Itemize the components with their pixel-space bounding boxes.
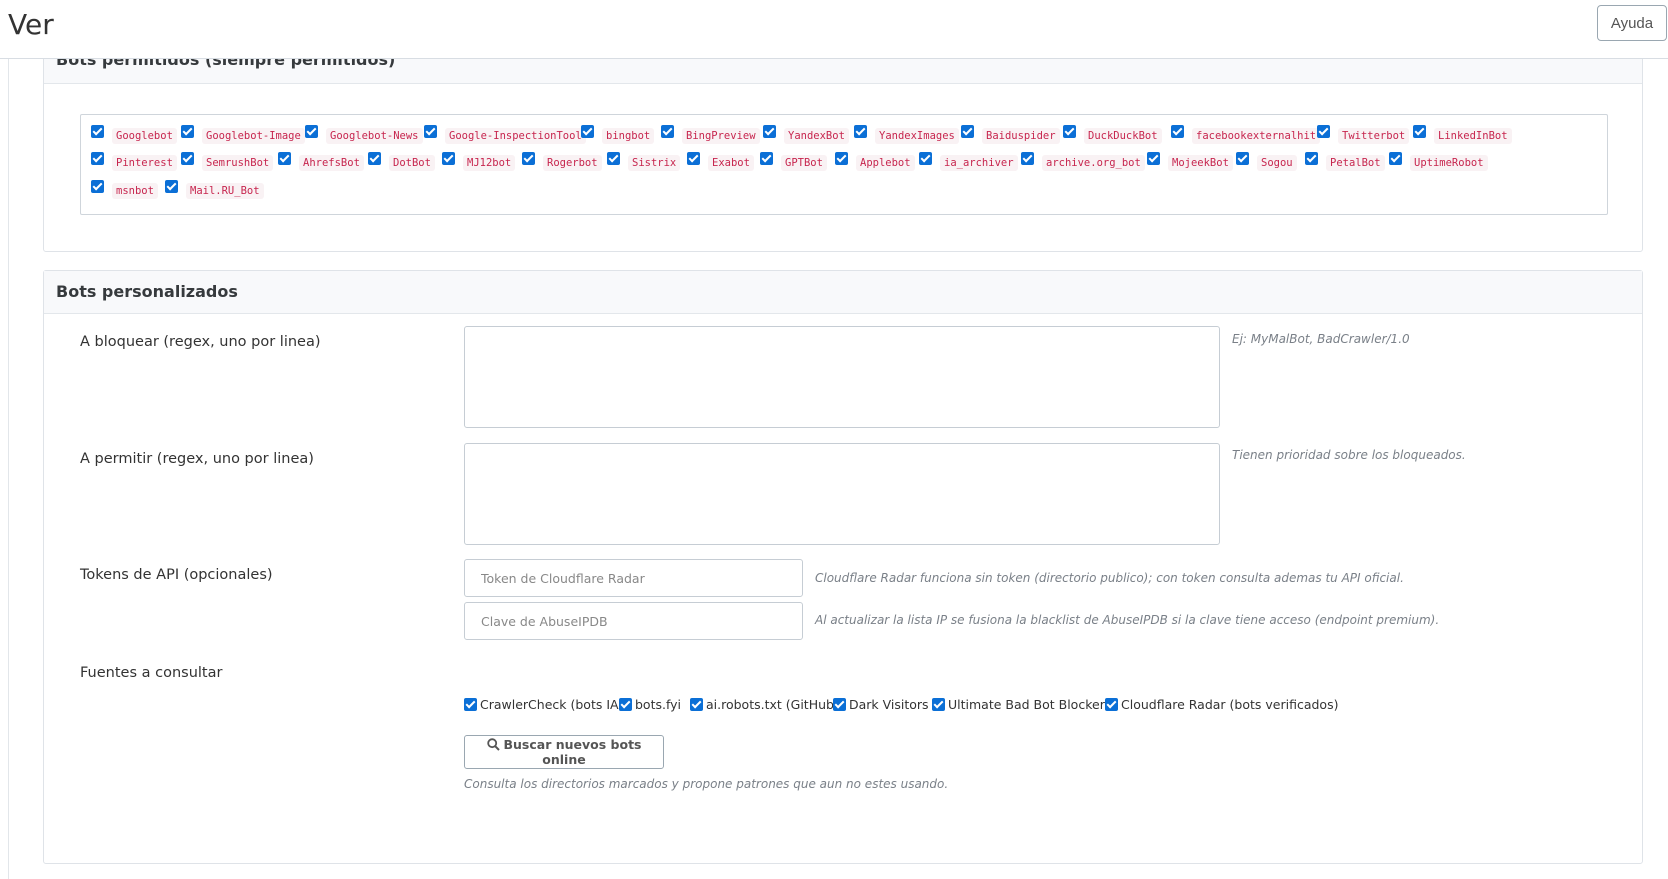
allow-textarea[interactable] [464,443,1220,545]
source-label: CrawlerCheck (bots IA) [480,697,624,712]
bot-name: AhrefsBot [299,155,364,171]
checkbox-checked[interactable] [278,152,291,165]
bot-name: GPTBot [781,155,827,171]
checkbox-checked[interactable] [1236,152,1249,165]
checkbox-checked[interactable] [1413,125,1426,138]
left-divider [8,58,9,879]
checkbox-checked[interactable] [1305,152,1318,165]
block-textarea[interactable] [464,326,1220,428]
bot-name: UptimeRobot [1410,155,1488,171]
bot-name: PetalBot [1326,155,1385,171]
bot-name: archive.org_bot [1042,155,1145,171]
bot-name: MJ12bot [463,155,516,171]
checkbox-checked[interactable] [687,152,700,165]
checkbox-checked[interactable] [1317,125,1330,138]
source-label: Dark Visitors [849,697,929,712]
checkbox-checked[interactable] [932,698,945,711]
bot-name: DotBot [389,155,435,171]
bot-name: Mail.RU_Bot [186,183,264,199]
block-hint: Ej: MyMalBot, BadCrawler/1.0 [1232,332,1410,346]
checkbox-checked[interactable] [1105,698,1118,711]
help-button[interactable]: Ayuda [1597,5,1667,41]
bot-name: Googlebot-News [326,128,423,144]
checkbox-checked[interactable] [690,698,703,711]
checkbox-checked[interactable] [1171,125,1184,138]
checkbox-checked[interactable] [607,152,620,165]
allowed-bots-list: Googlebot Googlebot-Image Googlebot-News… [80,114,1608,215]
bot-name: Google-InspectionTool [445,128,586,144]
checkbox-checked[interactable] [833,698,846,711]
bot-name: Sistrix [628,155,681,171]
custom-bots-panel: Bots personalizados A bloquear (regex, u… [43,270,1643,864]
search-icon [486,738,500,751]
checkbox-checked[interactable] [91,125,104,138]
bot-name: MojeekBot [1168,155,1233,171]
bot-name: YandexImages [875,128,959,144]
bot-name: msnbot [112,183,158,199]
bot-name: facebookexternalhit [1192,128,1321,144]
source-label: Cloudflare Radar (bots verificados) [1121,697,1339,712]
checkbox-checked[interactable] [919,152,932,165]
source-label: bots.fyi [635,697,682,712]
checkbox-checked[interactable] [165,180,178,193]
panel-header: Bots personalizados [44,271,1642,314]
checkbox-checked[interactable] [464,698,477,711]
source-label: Ultimate Bad Bot Blocker [948,697,1105,712]
checkbox-checked[interactable] [760,152,773,165]
search-hint: Consulta los directorios marcados y prop… [464,777,949,791]
checkbox-checked[interactable] [1063,125,1076,138]
allow-hint: Tienen prioridad sobre los bloqueados. [1232,448,1466,462]
top-bar: Ver Ayuda [0,0,1668,59]
checkbox-checked[interactable] [835,152,848,165]
cloudflare-hint: Cloudflare Radar funciona sin token (dir… [815,571,1404,585]
bot-name: BingPreview [682,128,760,144]
search-button-label: Buscar nuevos bots online [503,737,642,767]
checkbox-checked[interactable] [91,180,104,193]
bot-name: DuckDuckBot [1084,128,1162,144]
allowed-bots-panel: Bots permitidos (siempre permitidos) Goo… [43,40,1643,252]
bot-name: Pinterest [112,155,177,171]
bot-name: ia_archiver [940,155,1018,171]
allow-label: A permitir (regex, uno por linea) [80,451,314,467]
tokens-label: Tokens de API (opcionales) [80,567,273,583]
bot-name: Exabot [708,155,754,171]
block-label: A bloquear (regex, uno por linea) [80,334,321,350]
cloudflare-token-input[interactable] [464,559,803,597]
bot-name: Rogerbot [543,155,602,171]
abuseipdb-key-input[interactable] [464,602,803,640]
bot-name: SemrushBot [202,155,274,171]
checkbox-checked[interactable] [661,125,674,138]
checkbox-checked[interactable] [368,152,381,165]
sources-label: Fuentes a consultar [80,665,223,681]
checkbox-checked[interactable] [424,125,437,138]
search-bots-button[interactable]: Buscar nuevos bots online [464,735,664,769]
bot-name: Sogou [1257,155,1297,171]
checkbox-checked[interactable] [854,125,867,138]
page-title: Ver [8,8,54,41]
checkbox-checked[interactable] [522,152,535,165]
checkbox-checked[interactable] [961,125,974,138]
checkbox-checked[interactable] [1147,152,1160,165]
abuseipdb-hint: Al actualizar la lista IP se fusiona la … [815,613,1440,627]
checkbox-checked[interactable] [181,152,194,165]
bot-name: Googlebot [112,128,177,144]
checkbox-checked[interactable] [181,125,194,138]
source-label: ai.robots.txt (GitHub) [706,697,839,712]
bot-name: YandexBot [784,128,849,144]
checkbox-checked[interactable] [1021,152,1034,165]
checkbox-checked[interactable] [619,698,632,711]
checkbox-checked[interactable] [581,125,594,138]
checkbox-checked[interactable] [91,152,104,165]
checkbox-checked[interactable] [442,152,455,165]
checkbox-checked[interactable] [1389,152,1402,165]
bot-name: bingbot [602,128,655,144]
bot-name: Googlebot-Image [202,128,305,144]
bot-name: LinkedInBot [1434,128,1512,144]
checkbox-checked[interactable] [305,125,318,138]
bot-name: Baiduspider [982,128,1060,144]
panel-title: Bots personalizados [56,282,238,301]
bot-name: Applebot [856,155,915,171]
bot-name: Twitterbot [1338,128,1410,144]
checkbox-checked[interactable] [763,125,776,138]
